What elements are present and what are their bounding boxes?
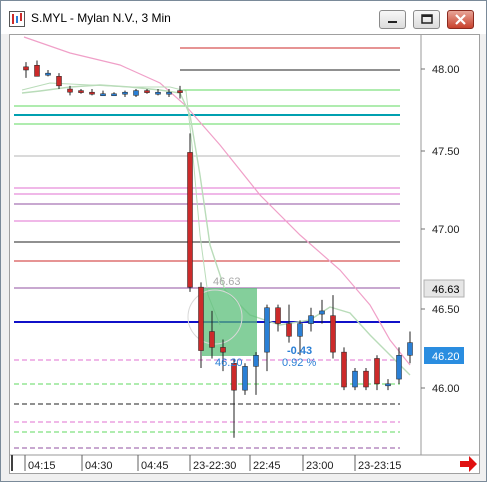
candle	[352, 370, 358, 388]
measure-low-label: 46.20	[215, 357, 243, 369]
candle	[67, 88, 73, 93]
candle	[187, 152, 193, 288]
candle	[407, 342, 413, 356]
time-axis-label: 23-22:30	[193, 460, 236, 472]
candle	[45, 72, 51, 76]
candle	[253, 355, 259, 367]
time-axis-label: 22:45	[253, 460, 281, 472]
close-icon	[455, 14, 466, 25]
candle	[100, 93, 106, 97]
candle	[155, 91, 161, 95]
candle	[133, 90, 139, 96]
price-axis-label: 46.00	[432, 383, 460, 395]
time-axis-label: 04:30	[85, 460, 113, 472]
candle	[275, 307, 281, 324]
candle	[177, 90, 183, 93]
candle	[297, 323, 303, 337]
candle	[34, 64, 40, 77]
scroll-marker	[11, 455, 13, 471]
price-axis-label: 48.00	[432, 64, 460, 76]
minimize-button[interactable]	[379, 10, 406, 29]
candle	[396, 355, 402, 380]
candle	[286, 323, 292, 337]
candle	[374, 358, 380, 385]
time-axis-label: 04:45	[141, 460, 169, 472]
candle	[78, 90, 84, 93]
candle	[330, 315, 336, 353]
time-axis-label: 04:15	[28, 460, 56, 472]
candle	[198, 286, 204, 351]
candle	[111, 93, 117, 97]
maximize-button[interactable]	[413, 10, 440, 29]
current-price-tag-label: 46.20	[432, 351, 460, 363]
candle	[385, 383, 391, 387]
chart-app-icon	[9, 11, 25, 27]
candle	[341, 351, 347, 388]
candle	[242, 366, 248, 391]
minimize-icon	[388, 21, 397, 23]
chart-window: S.MYL - Mylan N.V., 3 Min 46.63 46.20 -0.4…	[0, 0, 487, 482]
price-axis-label: 46.50	[432, 304, 460, 316]
candle	[319, 310, 325, 315]
time-axis-label: 23-23:15	[358, 460, 401, 472]
candle	[209, 331, 215, 348]
title-bar[interactable]: S.MYL - Mylan N.V., 3 Min	[1, 1, 486, 34]
candle	[264, 307, 270, 353]
candle	[122, 91, 128, 95]
price-axis-label: 47.50	[432, 146, 460, 158]
last-close-tag-label: 46.63	[432, 284, 460, 296]
maximize-icon	[421, 14, 433, 24]
price-axis-label: 47.00	[432, 224, 460, 236]
candle	[166, 91, 172, 95]
candle	[363, 370, 369, 388]
measure-percent-label: 0.92 %	[282, 357, 316, 369]
candle	[89, 91, 95, 95]
time-axis-label: 23:00	[306, 460, 334, 472]
window-title: S.MYL - Mylan N.V., 3 Min	[31, 11, 171, 25]
candle	[144, 90, 150, 93]
candle	[56, 76, 62, 87]
candle	[308, 315, 314, 324]
close-button[interactable]	[447, 10, 474, 29]
right-arrow-icon[interactable]	[460, 456, 477, 472]
price-chart[interactable]: 46.63 46.20 -0.430.92 % 48.00 47.50 47.00 46.5…	[10, 35, 479, 473]
chart-area[interactable]: 46.63 46.20 -0.43 0.92 % 48.00 47.50 47.00 46.5…	[9, 34, 480, 474]
measure-high-label: 46.63	[213, 276, 241, 288]
candle	[23, 66, 29, 71]
candle	[220, 347, 226, 353]
measure-change-label: -0.43	[287, 345, 312, 357]
